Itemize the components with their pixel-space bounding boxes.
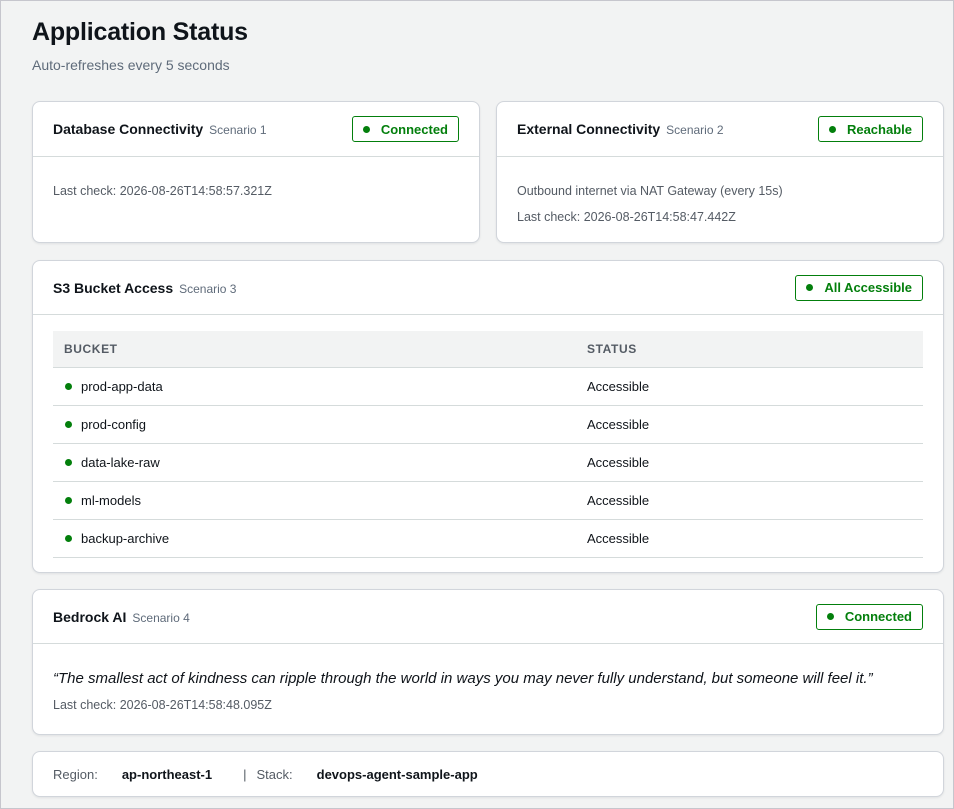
external-card-title: External Connectivity	[517, 121, 661, 137]
table-row: ml-models Accessible	[53, 481, 923, 520]
status-dot-icon	[65, 382, 72, 390]
external-description: Outbound internet via NAT Gateway (every…	[517, 184, 783, 198]
stack-label: Stack:	[256, 766, 293, 782]
database-scenario-label: Scenario 1	[209, 123, 267, 137]
external-card-header: External Connectivity Scenario 2 Reachab…	[497, 102, 943, 157]
bedrock-scenario-label: Scenario 4	[132, 610, 190, 625]
database-card: Database Connectivity Scenario 1 Connect…	[32, 101, 480, 243]
table-row: backup-archive Accessible	[53, 519, 923, 558]
s3-card-title: S3 Bucket Access	[53, 279, 174, 296]
database-card-header: Database Connectivity Scenario 1 Connect…	[33, 102, 479, 157]
bucket-table-header: BUCKET STATUS	[53, 331, 923, 368]
bucket-status: Accessible	[576, 443, 923, 482]
bedrock-quote: “The smallest act of kindness can ripple…	[53, 670, 873, 687]
region-value: ap-northeast-1	[121, 766, 213, 782]
bucket-status: Accessible	[576, 367, 923, 406]
bucket-cell: backup-archive	[53, 519, 576, 558]
column-header-bucket: BUCKET	[53, 331, 576, 368]
bedrock-status-badge: Connected	[815, 603, 923, 630]
stack-value: devops-agent-sample-app	[316, 766, 478, 782]
bucket-table: BUCKET STATUS prod-app-data Accessible p…	[53, 331, 923, 558]
status-dot-icon	[65, 458, 72, 466]
bedrock-card-header: Bedrock AI Scenario 4 Connected	[33, 590, 943, 644]
s3-status-badge: All Accessible	[795, 274, 923, 301]
page-title: Application Status	[32, 18, 248, 46]
bucket-cell: ml-models	[53, 481, 576, 520]
s3-card: S3 Bucket Access Scenario 3 All Accessib…	[32, 260, 944, 573]
bucket-name: prod-config	[81, 416, 147, 432]
status-dot-icon	[65, 420, 72, 428]
s3-card-header: S3 Bucket Access Scenario 3 All Accessib…	[33, 261, 943, 315]
bucket-name: backup-archive	[81, 530, 170, 546]
bucket-status: Accessible	[576, 481, 923, 520]
table-row: prod-app-data Accessible	[53, 367, 923, 406]
bucket-status: Accessible	[576, 519, 923, 558]
environment-info-bar: Region: ap-northeast-1 | Stack: devops-a…	[32, 751, 944, 797]
database-status-text: Connected	[380, 121, 448, 137]
bucket-cell: prod-config	[53, 405, 576, 444]
bedrock-card-title: Bedrock AI	[53, 608, 127, 625]
region-label: Region:	[53, 766, 98, 782]
status-dot-icon	[806, 284, 814, 291]
external-status-text: Reachable	[846, 121, 912, 137]
table-row: prod-config Accessible	[53, 405, 923, 444]
bucket-name: prod-app-data	[81, 378, 163, 394]
status-dot-icon	[828, 125, 836, 133]
column-header-status: STATUS	[576, 331, 923, 368]
bucket-name: data-lake-raw	[81, 454, 160, 470]
status-dot-icon	[826, 613, 834, 620]
status-dot-icon	[362, 125, 370, 133]
bedrock-last-check: Last check: 2026-08-26T14:58:48.095Z	[53, 698, 272, 712]
bucket-status: Accessible	[576, 405, 923, 444]
external-scenario-label: Scenario 2	[666, 123, 724, 137]
external-card: External Connectivity Scenario 2 Reachab…	[496, 101, 944, 243]
bucket-name: ml-models	[81, 492, 141, 508]
status-dot-icon	[65, 534, 72, 542]
database-status-badge: Connected	[351, 116, 459, 142]
database-card-title: Database Connectivity	[53, 121, 204, 137]
bucket-cell: data-lake-raw	[53, 443, 576, 482]
s3-status-text: All Accessible	[824, 280, 912, 295]
page-subtitle: Auto-refreshes every 5 seconds	[32, 57, 230, 73]
database-last-check: Last check: 2026-08-26T14:58:57.321Z	[53, 184, 272, 198]
status-dot-icon	[65, 496, 72, 504]
bucket-cell: prod-app-data	[53, 367, 576, 406]
external-last-check: Last check: 2026-08-26T14:58:47.442Z	[517, 210, 736, 224]
s3-scenario-label: Scenario 3	[179, 281, 237, 296]
bedrock-status-text: Connected	[844, 609, 912, 624]
table-row: data-lake-raw Accessible	[53, 443, 923, 482]
bedrock-card: Bedrock AI Scenario 4 Connected “The sma…	[32, 589, 944, 735]
external-status-badge: Reachable	[817, 116, 923, 142]
footer-separator: |	[243, 766, 247, 782]
